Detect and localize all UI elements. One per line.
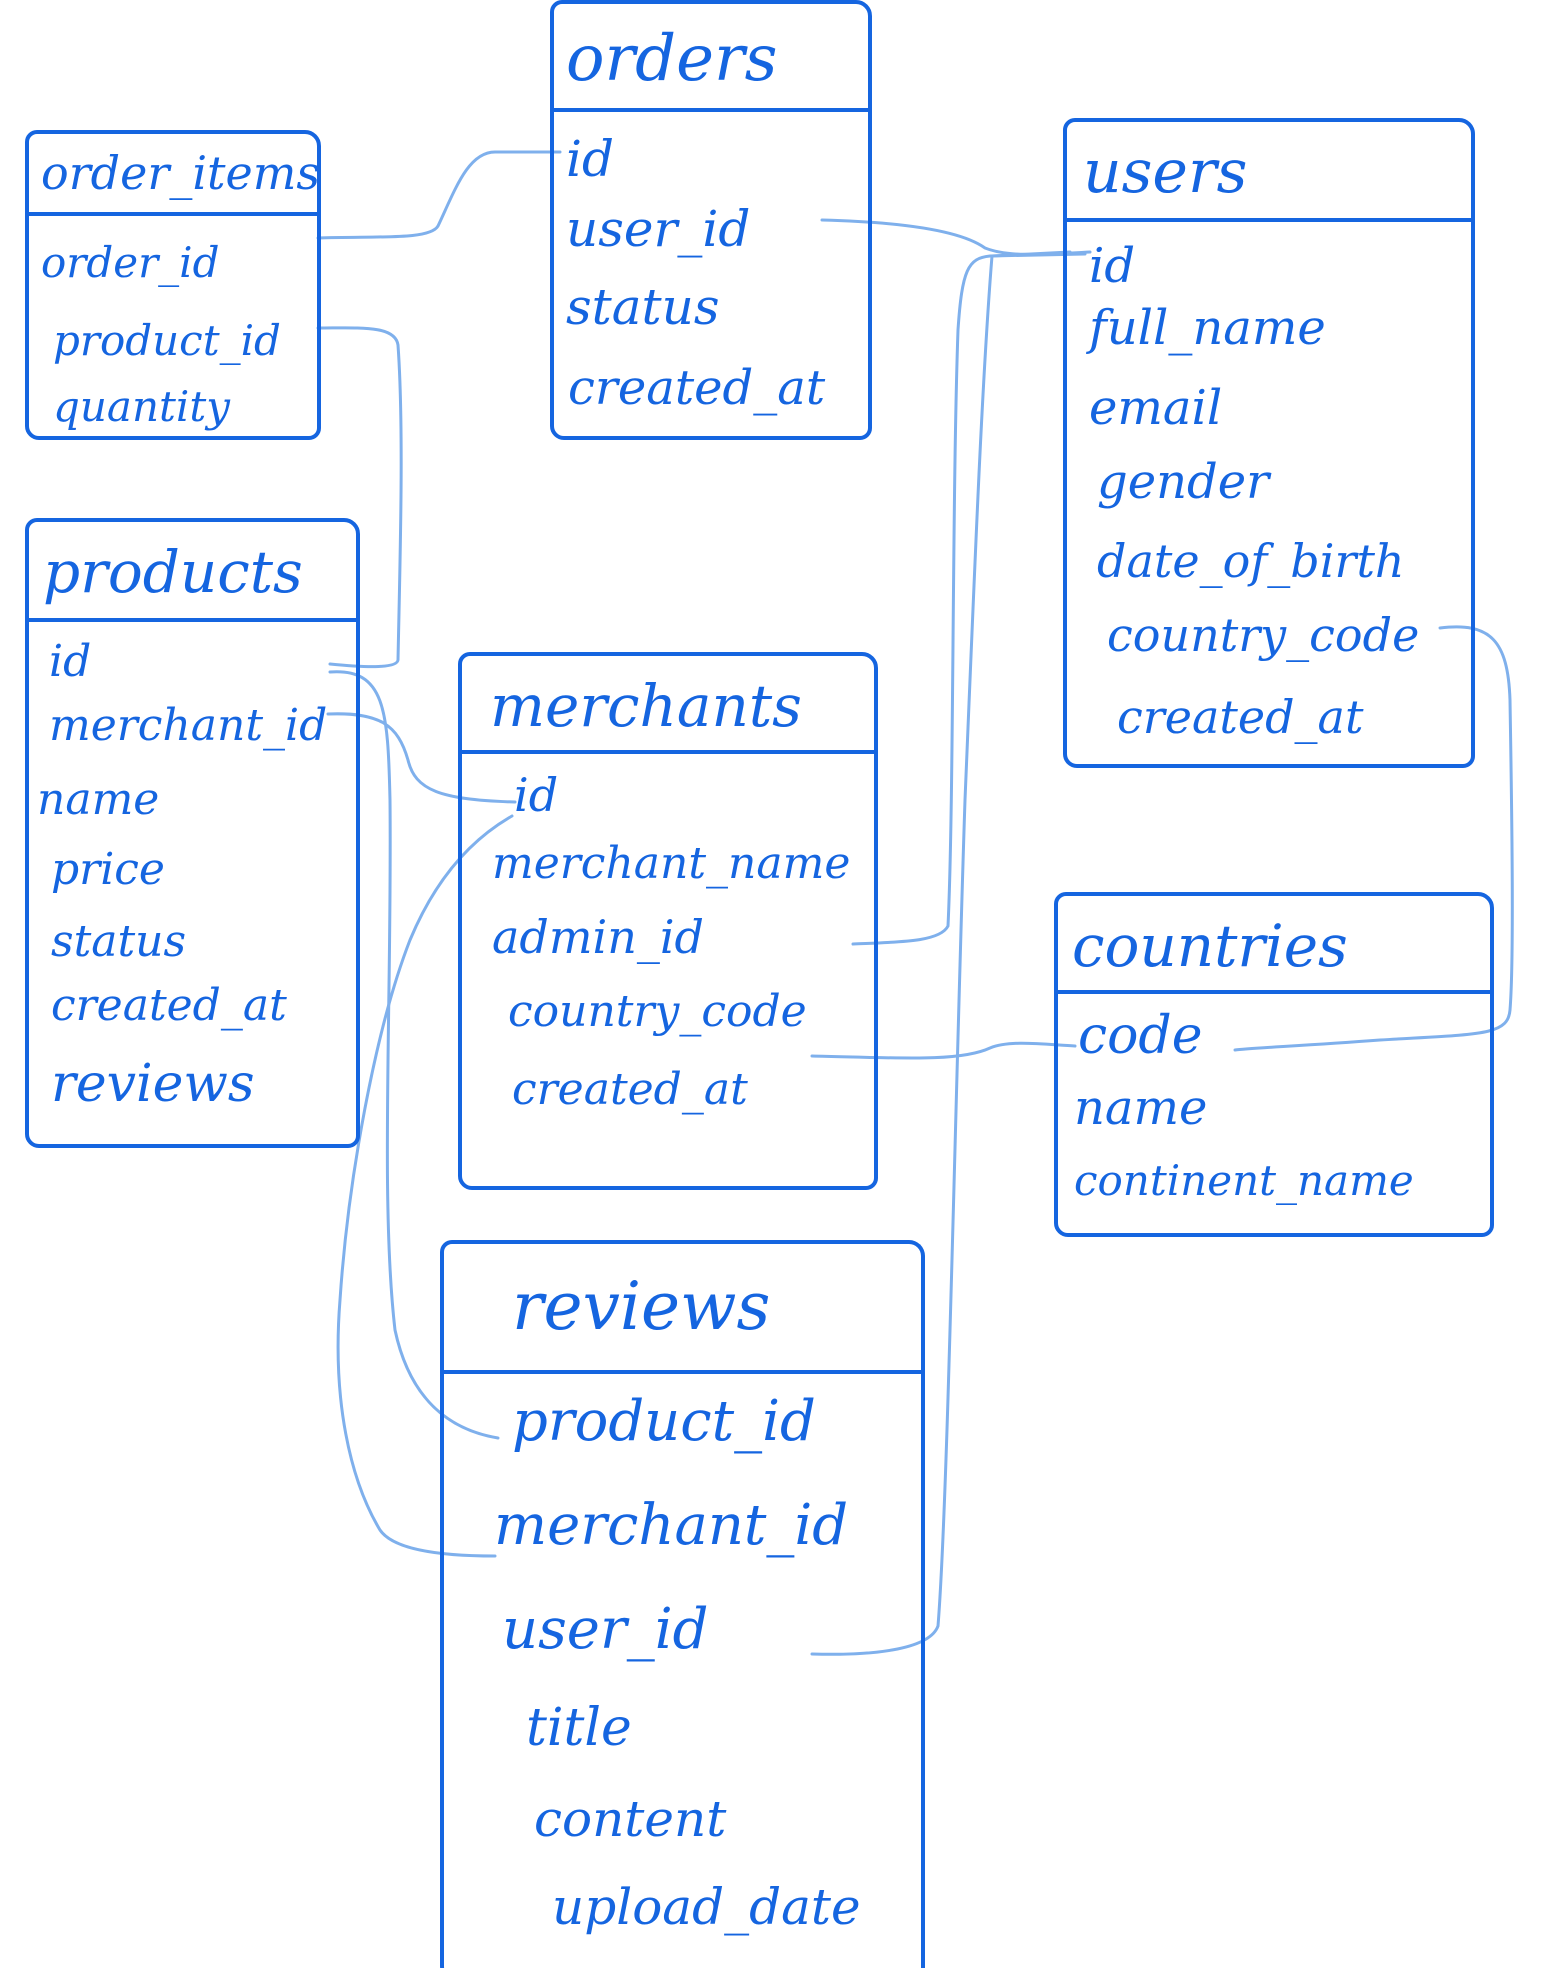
field-order-id: order_id [41,238,220,287]
table-title: reviews [444,1244,921,1374]
field-name: name [37,774,160,825]
field-continent-name: continent_name [1074,1156,1414,1205]
field-created-at: created_at [51,980,287,1031]
table-title: orders [554,4,868,112]
connector-order-items-order-id-to-orders-id [316,150,562,240]
field-user-id: user_id [566,200,751,258]
table-title: order_items [29,134,317,216]
field-merchant-id: merchant_id [494,1493,849,1558]
table-title: countries [1058,896,1490,994]
field-id: id [49,636,92,687]
field-id: id [566,130,614,188]
field-merchant-id: merchant_id [49,700,328,751]
field-id: id [1089,238,1136,294]
field-product-id: product_id [53,316,281,365]
table-order-items: order_items order_id product_id quantity [25,130,321,440]
field-created-at: created_at [568,360,826,416]
table-title: merchants [462,656,874,754]
table-merchants: merchants id merchant_name admin_id coun… [458,652,878,1190]
field-gender: gender [1097,454,1270,510]
field-created-at: created_at [512,1064,748,1115]
field-id: id [514,768,559,822]
field-email: email [1089,380,1223,436]
field-upload-date: upload_date [552,1878,861,1936]
er-diagram-canvas: order_items order_id product_id quantity… [0,0,1548,1968]
table-products: products id merchant_id name price statu… [25,518,360,1148]
field-product-id: product_id [512,1389,816,1454]
table-users: users id full_name email gender date_of_… [1063,118,1475,768]
table-orders: orders id user_id status created_at [550,0,872,440]
field-quantity: quantity [53,382,230,431]
field-code: code [1078,1006,1203,1066]
field-reviews: reviews [51,1054,255,1114]
field-full-name: full_name [1089,300,1326,356]
field-merchant-name: merchant_name [492,838,851,889]
field-status: status [566,278,720,336]
field-created-at: created_at [1117,690,1364,744]
field-country-code: country_code [1107,608,1420,662]
field-title: title [526,1698,632,1758]
table-title: products [29,522,356,622]
field-content: content [534,1790,727,1848]
table-countries: countries code name continent_name [1054,892,1494,1237]
table-reviews: reviews product_id merchant_id user_id t… [440,1240,925,1968]
field-name: name [1074,1080,1208,1136]
connector-merchants-admin-id-to-users-id [851,252,1087,946]
field-price: price [51,844,165,895]
table-title: users [1067,122,1471,222]
field-status: status [51,916,187,967]
field-country-code: country_code [508,986,807,1037]
field-date-of-birth: date_of_birth [1097,534,1405,588]
field-user-id: user_id [502,1597,709,1662]
field-admin-id: admin_id [492,910,704,964]
